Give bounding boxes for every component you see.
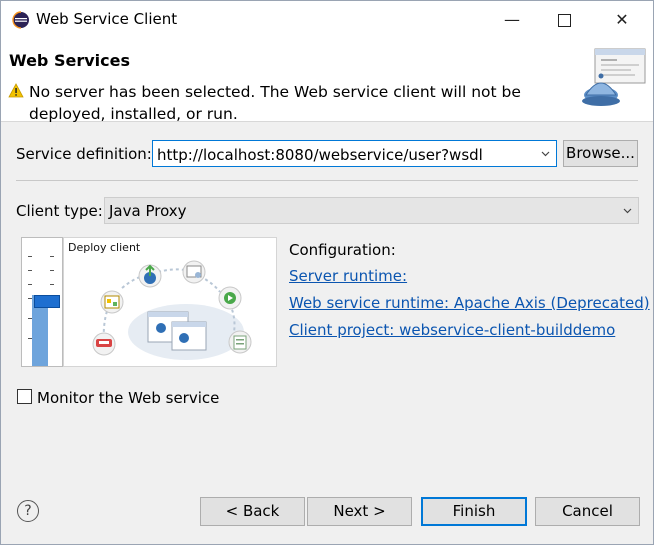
deploy-icon [138, 264, 162, 288]
next-button[interactable]: Next > [307, 497, 412, 526]
back-button[interactable]: < Back [200, 497, 305, 526]
eclipse-icon [12, 11, 29, 29]
assemble-icon [92, 332, 116, 356]
start-icon [218, 286, 242, 310]
minimize-button[interactable]: — [497, 7, 527, 33]
separator [16, 180, 638, 181]
client-type-value: Java Proxy [109, 202, 187, 220]
slider-tick [28, 270, 32, 271]
web-service-runtime-link[interactable]: Web service runtime: Apache Axis (Deprec… [289, 294, 650, 312]
service-definition-combo[interactable]: http://localhost:8080/webservice/user?ws… [152, 140, 557, 167]
warning-icon [8, 83, 24, 98]
slider-tick [50, 270, 54, 271]
slider-tick [28, 256, 32, 257]
slider-tick [28, 298, 32, 299]
develop-icon [100, 290, 124, 314]
web-service-client-dialog: Web Service Client — ✕ Web Services No s… [0, 0, 654, 545]
configuration-title: Configuration: [289, 241, 396, 259]
server-runtime-link[interactable]: Server runtime: [289, 267, 407, 285]
cancel-button[interactable]: Cancel [535, 497, 640, 526]
help-icon[interactable]: ? [17, 500, 39, 522]
monitor-checkbox[interactable] [17, 389, 32, 404]
client-type-combo[interactable]: Java Proxy [104, 197, 639, 224]
chevron-down-icon[interactable] [541, 149, 550, 158]
chevron-down-icon[interactable] [623, 206, 632, 215]
browse-button[interactable]: Browse... [563, 140, 638, 167]
service-definition-value: http://localhost:8080/webservice/user?ws… [157, 146, 483, 164]
wizard-banner: Web Services No server has been selected… [1, 39, 653, 123]
install-icon [182, 260, 206, 284]
web-service-wizard-icon [582, 48, 646, 106]
slider-tick [28, 284, 32, 285]
close-button[interactable]: ✕ [607, 7, 637, 33]
slider-thumb[interactable] [34, 295, 60, 308]
client-project-link[interactable]: Client project: webservice-client-buildd… [289, 321, 615, 339]
slider-tick [50, 284, 54, 285]
deployment-level-slider[interactable] [21, 237, 63, 367]
maximize-button[interactable] [549, 7, 579, 33]
slider-tick [50, 256, 54, 257]
finish-button[interactable]: Finish [421, 497, 527, 526]
maximize-icon [557, 14, 571, 27]
page-title: Web Services [9, 51, 130, 70]
title-bar: Web Service Client — ✕ [1, 1, 653, 39]
slider-tick [28, 338, 32, 339]
service-definition-label: Service definition: [16, 145, 152, 163]
slider-tick [28, 318, 32, 319]
client-deploy-preview: Deploy client [63, 237, 277, 367]
window-title: Web Service Client [36, 10, 178, 28]
test-icon [228, 330, 252, 354]
warning-message: No server has been selected. The Web ser… [29, 83, 521, 123]
client-type-label: Client type: [16, 202, 103, 220]
deploy-lifecycle-diagram [92, 260, 252, 360]
monitor-checkbox-label[interactable]: Monitor the Web service [37, 389, 219, 407]
